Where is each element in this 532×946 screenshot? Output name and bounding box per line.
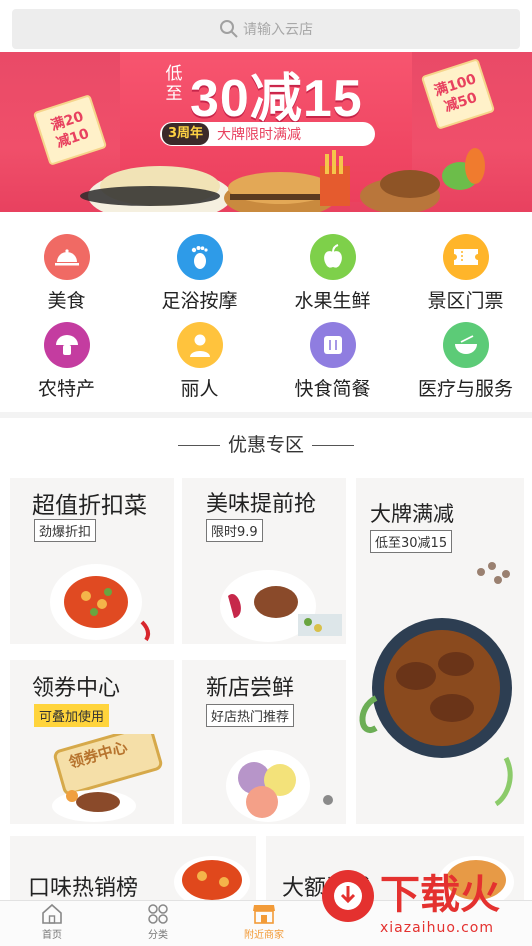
home-icon [42,903,62,924]
card-title: 美味提前抢 [206,492,317,517]
promo-card-early-grab[interactable]: 美味提前抢 限时9.9 [182,478,346,644]
promo-section-title: 优惠专区 [0,430,532,457]
watermark-logo: 下载火 xiazaihuo.com [318,858,532,946]
category-grid: 美食 足浴按摩 水果生鲜 景区门票 农特产 丽人 快食简餐 医疗与服务 [0,222,532,412]
nav-categories-label: 分类 [148,930,168,941]
watermark-url: xiazaihuo.com [380,920,494,936]
card-subtitle: 劲爆折扣 [34,519,97,542]
bowl-icon [442,322,489,368]
category-item-beauty[interactable]: 丽人 [133,310,266,400]
category-item-food[interactable]: 美食 [0,222,133,312]
footprint-icon [176,234,223,280]
download-fire-icon [322,870,374,922]
section-divider [0,412,532,418]
nav-categories[interactable]: 分类 [118,903,198,941]
category-label: 足浴按摩 [161,290,238,312]
category-label: 丽人 [180,378,219,400]
noodle-bowl-image [174,856,250,900]
card-title: 超值折扣菜 [32,493,147,519]
macaron-image [226,750,333,822]
stew-pot-image [359,562,513,807]
promo-section-title-text: 优惠专区 [227,434,304,456]
category-label: 医疗与服务 [417,378,513,400]
search-bar: 请输入云店 [0,0,532,52]
banner-headline: 30减15 [190,70,363,128]
card-title: 领券中心 [32,676,121,701]
nav-nearby-stores[interactable]: 附近商家 [224,903,304,941]
card-title: 大牌满减 [370,502,454,526]
apple-icon [309,234,356,280]
card-subtitle: 好店热门推荐 [206,704,295,727]
promo-card-big-brand-discount[interactable]: 大牌满减 低至30减15 [356,478,524,824]
promo-banner[interactable]: 低至 30减15 3周年 大牌限时满减 满20 减10 满100 减50 [0,52,532,212]
category-item-fruit[interactable]: 水果生鲜 [266,222,399,312]
category-item-foot-massage[interactable]: 足浴按摩 [133,222,266,312]
category-label: 景区门票 [427,290,504,312]
store-icon [253,905,275,924]
search-icon [220,20,238,38]
card-subtitle: 可叠加使用 [34,704,110,727]
title-line-right [312,445,354,446]
category-item-medical-services[interactable]: 医疗与服务 [399,310,532,400]
search-placeholder: 请输入云店 [243,22,313,38]
steak-image [220,570,342,642]
category-label: 水果生鲜 [294,290,371,312]
category-item-scenic-tickets[interactable]: 景区门票 [399,222,532,312]
card-subtitle: 限时9.9 [206,519,263,542]
card-subtitle: 低至30减15 [370,530,453,553]
plate-icon [43,234,90,280]
woman-icon [176,322,223,368]
grid-icon [148,904,168,924]
search-input[interactable]: 请输入云店 [12,9,520,49]
promo-card-coupon-center[interactable]: 领券中心 可叠加使用 领券中心 [10,660,174,824]
nav-home-label: 首页 [42,930,62,941]
banner-prefix: 低至 [165,64,183,104]
promo-card-discount-dishes[interactable]: 超值折扣菜 劲爆折扣 [10,478,174,644]
promo-card-new-store[interactable]: 新店尝鲜 好店热门推荐 [182,660,346,824]
mushroom-icon [43,322,90,368]
category-label: 快食简餐 [294,378,371,400]
watermark-text: 下载火 [380,873,500,917]
ticket-icon [442,234,489,280]
nav-nearby-stores-label: 附近商家 [244,930,284,941]
card-title: 口味热销榜 [28,876,139,900]
card-title: 新店尝鲜 [206,676,295,701]
banner-food-image [80,148,485,212]
category-label: 农特产 [37,378,95,400]
fast-food-icon [309,322,356,368]
category-item-local-products[interactable]: 农特产 [0,310,133,400]
category-item-fast-food[interactable]: 快食简餐 [266,310,399,400]
nav-home[interactable]: 首页 [12,903,92,941]
title-line-left [177,445,220,446]
promo-card-popular-flavors[interactable]: 口味热销榜 [10,836,256,900]
category-label: 美食 [47,290,86,312]
dish-image [50,564,151,642]
banner-right-tag: 满100 减50 [420,58,496,130]
